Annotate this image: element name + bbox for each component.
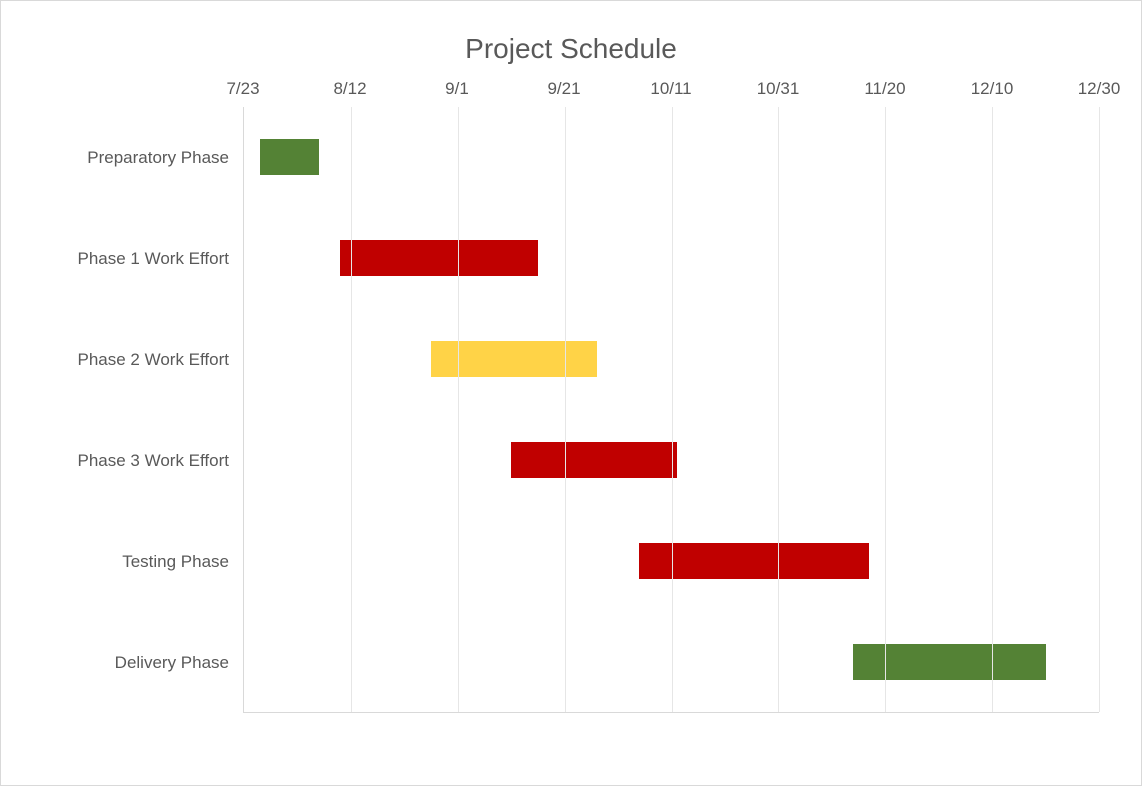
gantt-bar-phase1 [340,240,538,276]
gantt-bar-phase3 [511,442,677,478]
x-tick: 7/23 [226,79,259,99]
gridline [1099,107,1100,712]
y-label: Delivery Phase [43,612,243,713]
x-tick: 12/30 [1078,79,1121,99]
gridline [458,107,459,712]
y-label: Phase 1 Work Effort [43,208,243,309]
x-tick: 10/31 [757,79,800,99]
y-label: Phase 2 Work Effort [43,309,243,410]
gridline [778,107,779,712]
gantt-bar-testing [639,543,869,579]
x-tick: 9/21 [547,79,580,99]
y-label: Testing Phase [43,511,243,612]
x-tick: 8/12 [333,79,366,99]
y-label: Phase 3 Work Effort [43,410,243,511]
gridline [351,107,352,712]
chart-frame: Project Schedule Preparatory Phase Phase… [0,0,1142,786]
plot-column: 7/23 8/12 9/1 9/21 10/11 10/31 11/20 12/… [243,73,1099,713]
plot-area [243,107,1099,713]
x-tick: 11/20 [864,79,905,99]
x-axis-ticks: 7/23 8/12 9/1 9/21 10/11 10/31 11/20 12/… [243,73,1099,107]
x-tick: 9/1 [445,79,469,99]
chart-title: Project Schedule [43,33,1099,65]
gantt-bar-phase2 [431,341,597,377]
y-axis-labels: Preparatory Phase Phase 1 Work Effort Ph… [43,73,243,713]
x-tick: 12/10 [971,79,1014,99]
gantt-bar-preparatory [260,139,319,175]
gridline [992,107,993,712]
gantt-bar-delivery [853,644,1045,680]
y-label: Preparatory Phase [43,107,243,208]
gridline [672,107,673,712]
chart-body: Preparatory Phase Phase 1 Work Effort Ph… [43,73,1099,713]
gridline [565,107,566,712]
x-tick: 10/11 [650,79,691,99]
gridline [885,107,886,712]
